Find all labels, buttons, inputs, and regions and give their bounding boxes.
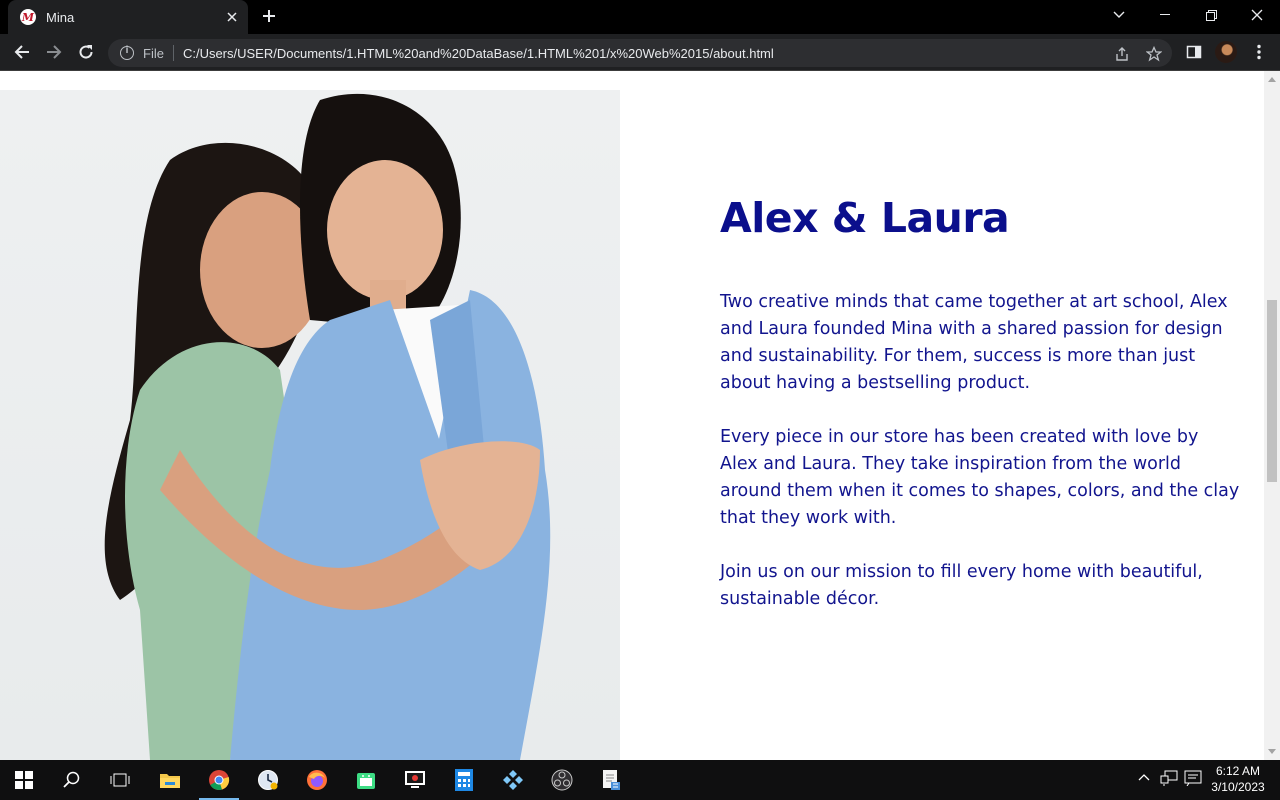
- reload-icon[interactable]: [72, 38, 100, 66]
- clock-app-icon[interactable]: [244, 760, 292, 800]
- url-scheme: File: [143, 45, 164, 61]
- firefox-icon[interactable]: [293, 760, 341, 800]
- browser-title-bar: M Mina: [0, 0, 1280, 34]
- tab-title: Mina: [46, 9, 75, 25]
- scroll-down-arrow-icon[interactable]: [1268, 749, 1276, 754]
- page-viewport: Alex & Laura Two creative minds that cam…: [0, 71, 1264, 760]
- restore-button[interactable]: [1188, 0, 1234, 30]
- file-explorer-icon[interactable]: [146, 760, 194, 800]
- calculator-icon[interactable]: [440, 760, 488, 800]
- browser-tab[interactable]: M Mina: [8, 0, 248, 34]
- address-bar[interactable]: File C:/Users/USER/Documents/1.HTML%20an…: [108, 39, 1172, 67]
- scroll-up-arrow-icon[interactable]: [1268, 77, 1276, 82]
- two-women-photo: [0, 90, 620, 760]
- close-window-button[interactable]: [1234, 0, 1280, 30]
- windows-taskbar: 6:12 AM 3/10/2023: [0, 760, 1280, 800]
- media-player-icon[interactable]: [391, 760, 439, 800]
- search-icon[interactable]: [48, 760, 96, 800]
- url-text[interactable]: C:/Users/USER/Documents/1.HTML%20and%20D…: [183, 46, 774, 61]
- bookmark-star-icon[interactable]: [1145, 45, 1163, 63]
- about-paragraph: Every piece in our store has been create…: [720, 427, 1240, 528]
- chrome-icon[interactable]: [195, 760, 243, 800]
- windows-start-icon[interactable]: [0, 760, 48, 800]
- clock-time: 6:12 AM: [1215, 764, 1261, 778]
- menu-kebab-icon[interactable]: [1249, 42, 1269, 62]
- side-panel-icon[interactable]: [1184, 42, 1204, 62]
- about-paragraph: Join us on our mission to fill every hom…: [720, 562, 1203, 609]
- notifications-icon[interactable]: [1184, 770, 1202, 789]
- game-controller-icon[interactable]: [489, 760, 537, 800]
- obs-icon[interactable]: [538, 760, 586, 800]
- notepad-icon[interactable]: [587, 760, 635, 800]
- taskbar-clock[interactable]: 6:12 AM 3/10/2023: [1206, 763, 1270, 795]
- network-icon[interactable]: [1160, 770, 1178, 789]
- clock-date: 3/10/2023: [1211, 780, 1265, 794]
- about-paragraph: Two creative minds that came together at…: [720, 292, 1228, 393]
- forward-arrow-icon[interactable]: [40, 38, 68, 66]
- new-tab-button[interactable]: [258, 6, 280, 28]
- scrollbar-thumb[interactable]: [1267, 300, 1277, 482]
- tab-close-icon[interactable]: [222, 7, 242, 27]
- tab-search-chevron-icon[interactable]: [1096, 0, 1142, 30]
- site-info-icon[interactable]: [120, 45, 134, 60]
- profile-avatar[interactable]: [1215, 41, 1237, 63]
- android-studio-icon[interactable]: [342, 760, 390, 800]
- tray-chevron-up-icon[interactable]: [1138, 770, 1150, 784]
- about-content: Alex & Laura Two creative minds that cam…: [720, 194, 1240, 613]
- about-heading: Alex & Laura: [720, 194, 1010, 242]
- mina-favicon-icon: M: [20, 9, 36, 25]
- url-separator: [172, 45, 174, 61]
- browser-toolbar: File C:/Users/USER/Documents/1.HTML%20an…: [0, 34, 1280, 71]
- page-scrollbar[interactable]: [1264, 71, 1280, 760]
- share-icon[interactable]: [1113, 45, 1131, 63]
- back-arrow-icon[interactable]: [8, 38, 36, 66]
- task-view-icon[interactable]: [96, 760, 144, 800]
- minimize-button[interactable]: [1142, 0, 1188, 30]
